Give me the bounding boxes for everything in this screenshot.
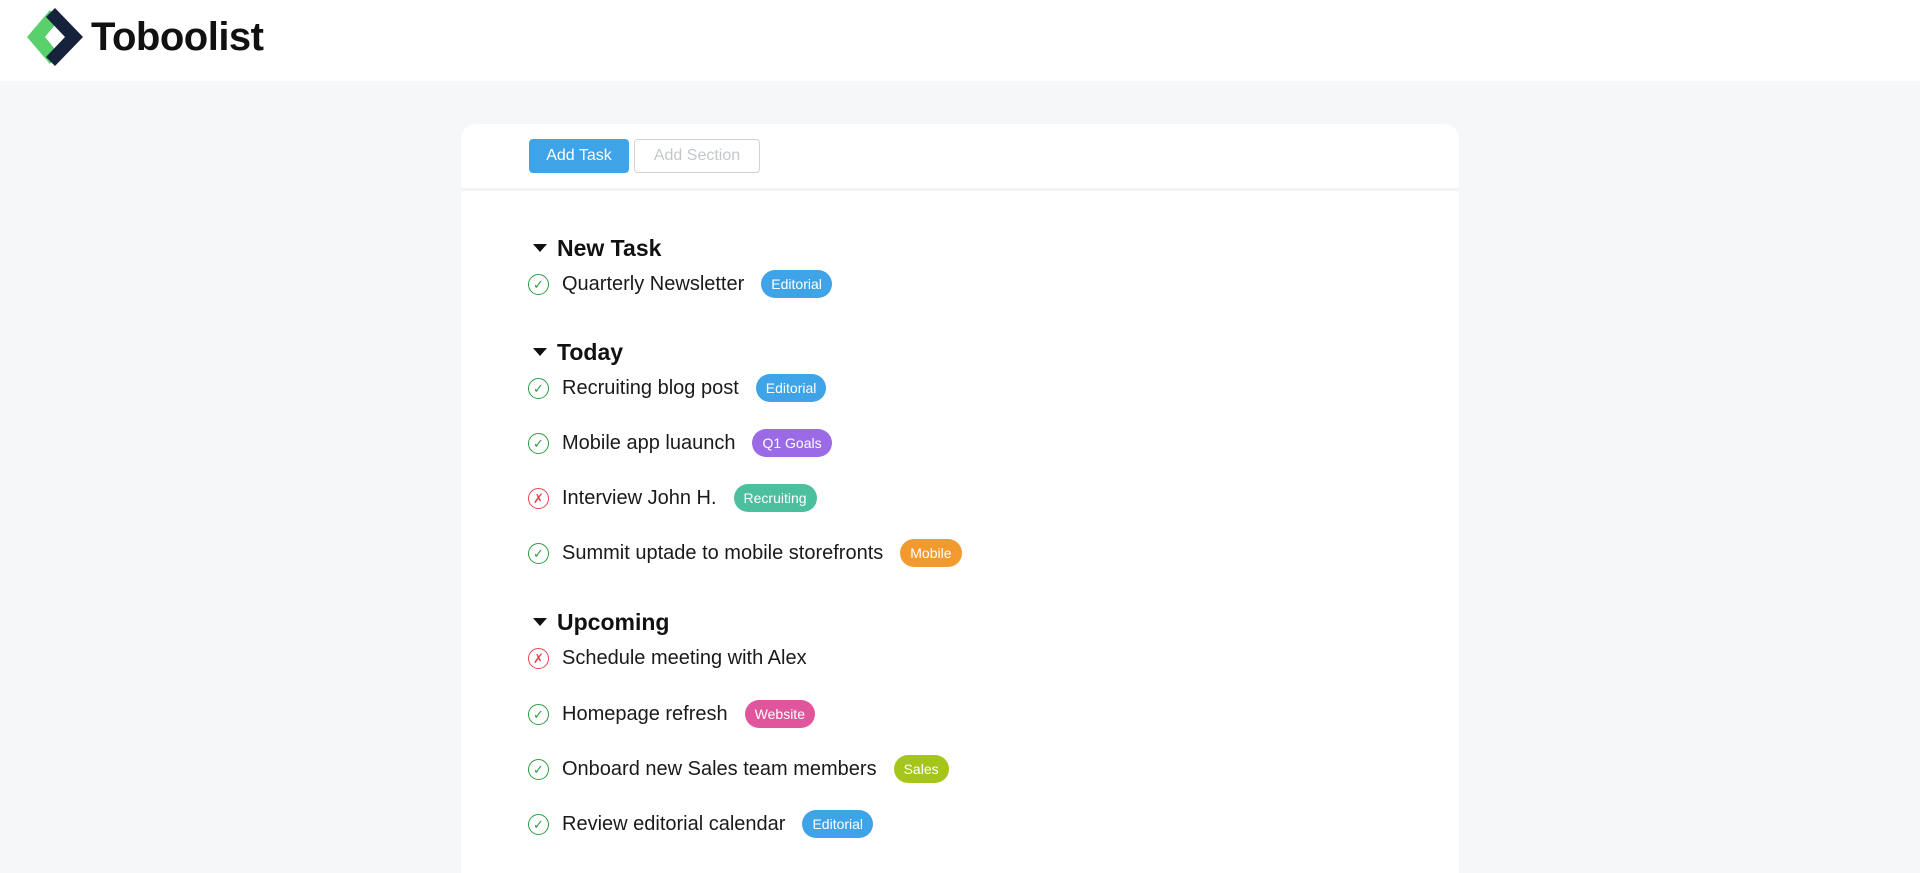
task-item[interactable]: ✓ Review editorial calendar Editorial <box>528 809 874 839</box>
caret-down-icon[interactable] <box>533 618 547 626</box>
add-task-button[interactable]: Add Task <box>529 139 629 173</box>
toboolist-logo-icon <box>27 8 83 66</box>
logo[interactable]: Toboolist <box>23 6 264 68</box>
checkmark-icon[interactable]: ✓ <box>528 703 549 725</box>
task-item[interactable]: ✓ Recruiting blog post Editorial <box>528 373 827 403</box>
section-title: Upcoming <box>557 608 670 635</box>
task-title: Homepage refresh <box>562 702 728 725</box>
task-board: Add Task Add Section New Task ✓ Quarterl… <box>461 124 1459 873</box>
caret-down-icon[interactable] <box>533 348 547 356</box>
task-tag[interactable]: Recruiting <box>733 484 817 512</box>
task-title: Summit uptade to mobile storefronts <box>562 541 884 564</box>
checkmark-icon[interactable]: ✓ <box>528 813 549 835</box>
task-tag[interactable]: Editorial <box>755 374 827 402</box>
task-item[interactable]: ✓ Homepage refresh Website <box>528 699 815 729</box>
task-title: Interview John H. <box>562 486 717 509</box>
task-tag[interactable]: Editorial <box>761 270 832 298</box>
caret-down-icon[interactable] <box>533 244 547 252</box>
task-tag[interactable]: Sales <box>893 755 949 783</box>
checkmark-icon[interactable]: ✓ <box>528 542 549 564</box>
app-name: Toboolist <box>91 15 264 59</box>
task-tag[interactable]: Mobile <box>900 539 962 567</box>
top-bar: Toboolist <box>0 0 1920 81</box>
task-title: Recruiting blog post <box>562 376 739 399</box>
task-title: Quarterly Newsletter <box>562 272 745 295</box>
task-item[interactable]: ✓ Summit uptade to mobile storefronts Mo… <box>528 538 962 568</box>
checkmark-icon[interactable]: ✓ <box>528 432 549 454</box>
task-item[interactable]: ✗ Schedule meeting with Alex <box>528 643 807 673</box>
checkmark-icon[interactable]: ✓ <box>528 377 549 399</box>
task-title: Review editorial calendar <box>562 812 786 835</box>
section-header-today[interactable]: Today <box>533 337 623 367</box>
section-header-upcoming[interactable]: Upcoming <box>533 607 669 637</box>
task-tag[interactable]: Q1 Goals <box>752 429 832 457</box>
task-tag[interactable]: Website <box>744 700 815 728</box>
task-item[interactable]: ✗ Interview John H. Recruiting <box>528 483 817 513</box>
task-item[interactable]: ✓ Mobile app luaunch Q1 Goals <box>528 428 832 458</box>
section-title: Today <box>557 338 624 365</box>
checkmark-icon[interactable]: ✓ <box>528 273 549 295</box>
task-title: Mobile app luaunch <box>562 431 736 454</box>
toolbar: Add Task Add Section <box>461 124 1459 191</box>
add-section-button[interactable]: Add Section <box>634 139 760 173</box>
task-tag[interactable]: Editorial <box>802 810 874 838</box>
x-icon[interactable]: ✗ <box>528 487 549 509</box>
checkmark-icon[interactable]: ✓ <box>528 758 549 780</box>
x-icon[interactable]: ✗ <box>528 647 549 669</box>
task-title: Schedule meeting with Alex <box>562 646 807 669</box>
task-item[interactable]: ✓ Quarterly Newsletter Editorial <box>528 269 832 299</box>
task-title: Onboard new Sales team members <box>562 757 877 780</box>
task-item[interactable]: ✓ Onboard new Sales team members Sales <box>528 754 949 784</box>
section-header-new-task[interactable]: New Task <box>533 233 661 263</box>
section-title: New Task <box>557 234 662 261</box>
